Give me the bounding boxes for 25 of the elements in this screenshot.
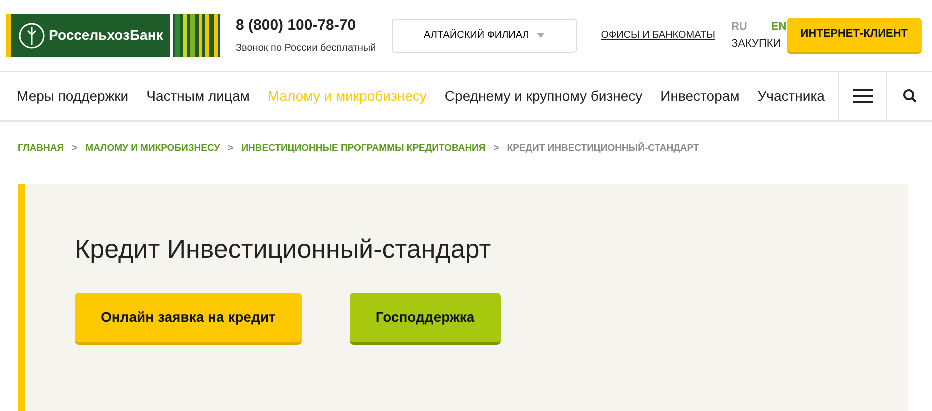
logo-text: РоссельхозБанк — [49, 26, 164, 45]
bank-logo[interactable]: РоссельхозБанк — [6, 14, 220, 57]
nav-item[interactable]: Инвесторам — [652, 86, 749, 106]
internet-client-button[interactable]: ИНТЕРНЕТ-КЛИЕНТ — [786, 18, 922, 54]
search-icon — [902, 89, 916, 103]
phone-note: Звонок по России бесплатный — [236, 42, 376, 56]
apply-button[interactable]: Онлайн заявка на кредит — [75, 293, 302, 346]
page-title: Кредит Инвестиционный-стандарт — [75, 233, 492, 266]
offices-link[interactable]: ОФИСЫ И БАНКОМАТЫ — [601, 28, 716, 43]
purchases-link[interactable]: ЗАКУПКИ — [731, 36, 787, 52]
emblem-icon — [19, 22, 45, 48]
stripes-icon — [170, 14, 220, 57]
caret-icon — [537, 33, 546, 38]
phone-number: 8 (800) 100-78-70 — [236, 16, 358, 36]
breadcrumb-separator: > — [494, 142, 500, 156]
menu-icon — [852, 89, 872, 103]
nav-item[interactable]: Частным лицам — [138, 86, 259, 106]
nav-item[interactable]: Меры поддержки — [8, 86, 138, 106]
support-button[interactable]: Господдержка — [350, 293, 501, 346]
nav-item[interactable]: Среднему и крупному бизнесу — [436, 86, 652, 106]
branch-select[interactable]: АЛТАЙСКИЙ ФИЛИАЛ — [392, 18, 578, 52]
breadcrumb-separator: > — [72, 142, 78, 156]
breadcrumb-separator: > — [228, 142, 234, 156]
breadcrumb-current: КРЕДИТ ИНВЕСТИЦИОННЫЙ-СТАНДАРТ — [507, 142, 700, 156]
nav-item[interactable]: Участника — [748, 86, 834, 106]
